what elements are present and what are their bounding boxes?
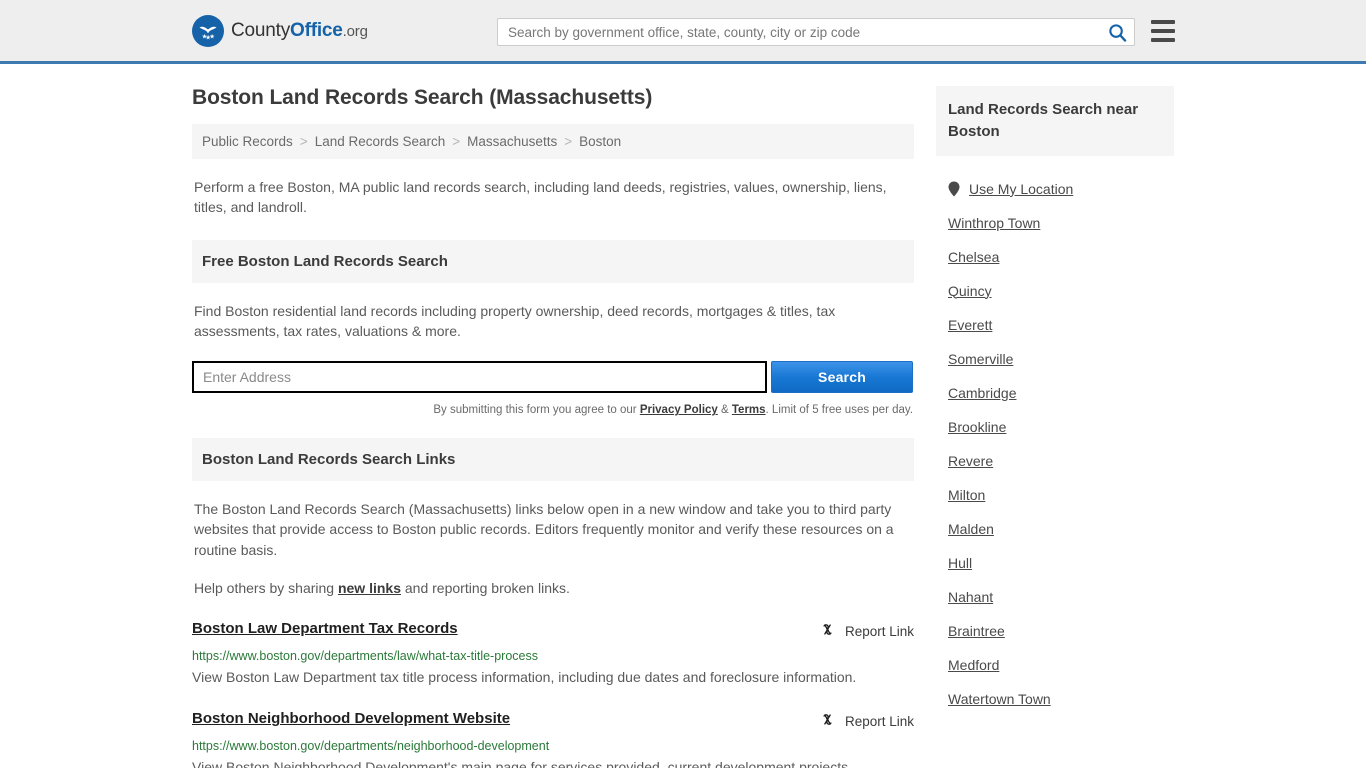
sidebar-item-label[interactable]: Revere xyxy=(948,453,993,469)
sidebar-item-revere[interactable]: Revere xyxy=(936,444,1174,478)
sidebar-item-brookline[interactable]: Brookline xyxy=(936,410,1174,444)
sidebar-item-label[interactable]: Medford xyxy=(948,657,999,673)
result-link-url: https://www.boston.gov/departments/law/w… xyxy=(192,649,538,664)
hamburger-bar-1 xyxy=(1151,20,1175,24)
sidebar-item-label[interactable]: Milton xyxy=(948,487,985,503)
sidebar-item-winthrop-town[interactable]: Winthrop Town xyxy=(936,206,1174,240)
sidebar-item-milton[interactable]: Milton xyxy=(936,478,1174,512)
page-container: Boston Land Records Search (Massachusett… xyxy=(0,64,1366,768)
hamburger-menu-icon[interactable] xyxy=(1151,20,1175,42)
sidebar-item-somerville[interactable]: Somerville xyxy=(936,342,1174,376)
sidebar-item-hull[interactable]: Hull xyxy=(936,546,1174,580)
eagle-seal-icon: ★ ★ ★ xyxy=(192,14,224,47)
search-icon[interactable] xyxy=(1100,19,1134,45)
search-links-description: The Boston Land Records Search (Massachu… xyxy=(194,501,894,558)
page-intro-text: Perform a free Boston, MA public land re… xyxy=(194,179,887,216)
result-link-title[interactable]: Boston Law Department Tax Records xyxy=(192,620,458,637)
help-prefix: Help others by sharing xyxy=(194,580,338,597)
address-input[interactable] xyxy=(192,361,767,394)
free-search-description: Find Boston residential land records inc… xyxy=(194,302,836,339)
list-item: Boston Law Department Tax Records Report… xyxy=(192,620,914,688)
sidebar-item-watertown-town[interactable]: Watertown Town xyxy=(936,682,1174,716)
sidebar: Land Records Search near Boston Use My L… xyxy=(936,86,1174,768)
sidebar-item-cambridge[interactable]: Cambridge xyxy=(936,376,1174,410)
sidebar-item-label[interactable]: Nahant xyxy=(948,589,993,605)
terms-link[interactable]: Terms xyxy=(732,404,766,416)
breadcrumb-separator: > xyxy=(299,134,308,149)
sidebar-item-label[interactable]: Quincy xyxy=(948,283,992,299)
sidebar-item-label[interactable]: Chelsea xyxy=(948,249,999,265)
report-link-label: Report Link xyxy=(844,623,914,639)
list-item: Boston Neighborhood Development Website … xyxy=(192,710,914,768)
address-search-form: Search xyxy=(192,361,914,394)
search-links-section-heading: Boston Land Records Search Links xyxy=(192,438,914,482)
result-link-title[interactable]: Boston Neighborhood Development Website xyxy=(192,710,510,727)
sidebar-item-label[interactable]: Winthrop Town xyxy=(948,215,1040,231)
logo-text-county: County xyxy=(231,19,291,41)
sidebar-item-chelsea[interactable]: Chelsea xyxy=(936,240,1174,274)
link-header-row: Boston Law Department Tax Records Report… xyxy=(192,620,914,641)
breadcrumb-item-massachusetts[interactable]: Massachusetts xyxy=(467,134,557,149)
legal-prefix: By submitting this form you agree to our xyxy=(433,404,640,417)
sidebar-item-label[interactable]: Brookline xyxy=(948,419,1006,435)
sidebar-heading: Land Records Search near Boston xyxy=(936,86,1174,156)
new-links-link[interactable]: new links xyxy=(338,580,401,596)
site-logo[interactable]: ★ ★ ★ CountyOffice.org xyxy=(192,14,368,47)
breadcrumb-item-land-records-search[interactable]: Land Records Search xyxy=(315,134,446,149)
legal-amp: & xyxy=(717,404,732,417)
sidebar-item-quincy[interactable]: Quincy xyxy=(936,274,1174,308)
sidebar-item-medford[interactable]: Medford xyxy=(936,648,1174,682)
broken-link-icon xyxy=(819,621,836,641)
sidebar-item-malden[interactable]: Malden xyxy=(936,512,1174,546)
result-link-url: https://www.boston.gov/departments/neigh… xyxy=(192,739,550,754)
sidebar-item-use-my-location[interactable]: Use My Location xyxy=(936,172,1174,206)
sidebar-item-label[interactable]: Malden xyxy=(948,521,994,537)
global-search-bar[interactable] xyxy=(497,18,1135,46)
privacy-policy-link[interactable]: Privacy Policy xyxy=(640,404,718,416)
address-search-button[interactable]: Search xyxy=(771,361,913,394)
result-link-description: View Boston Neighborhood Development's m… xyxy=(192,759,852,768)
site-header: ★ ★ ★ CountyOffice.org xyxy=(0,0,1366,64)
svg-text:★: ★ xyxy=(209,32,215,40)
content-row: Boston Land Records Search (Massachusett… xyxy=(192,64,1174,768)
help-suffix: and reporting broken links. xyxy=(401,580,570,597)
main-column: Boston Land Records Search (Massachusett… xyxy=(192,86,914,768)
sidebar-item-everett[interactable]: Everett xyxy=(936,308,1174,342)
form-legal-text: By submitting this form you agree to our… xyxy=(192,404,913,416)
result-link-description: View Boston Law Department tax title pro… xyxy=(192,669,857,686)
sidebar-item-nahant[interactable]: Nahant xyxy=(936,580,1174,614)
logo-text-office: Office xyxy=(290,19,343,41)
logo-text-org: .org xyxy=(342,22,368,40)
sidebar-item-label[interactable]: Somerville xyxy=(948,351,1013,367)
report-link-button[interactable]: Report Link xyxy=(819,710,914,731)
sidebar-place-list: Use My Location Winthrop Town Chelsea Qu… xyxy=(936,172,1174,716)
sidebar-item-label[interactable]: Hull xyxy=(948,555,972,571)
breadcrumb-item-public-records[interactable]: Public Records xyxy=(202,134,293,149)
page-title: Boston Land Records Search (Massachusett… xyxy=(192,86,653,109)
report-link-button[interactable]: Report Link xyxy=(819,620,914,641)
link-header-row: Boston Neighborhood Development Website … xyxy=(192,710,914,731)
legal-suffix: . Limit of 5 free uses per day. xyxy=(765,404,913,417)
breadcrumb-separator: > xyxy=(564,134,573,149)
logo-wordmark: CountyOffice.org xyxy=(231,20,368,42)
share-links-text: Help others by sharing new links and rep… xyxy=(192,578,914,598)
map-pin-icon xyxy=(948,181,960,197)
hamburger-bar-3 xyxy=(1151,38,1175,42)
sidebar-item-label[interactable]: Watertown Town xyxy=(948,691,1051,707)
sidebar-item-label[interactable]: Braintree xyxy=(948,623,1005,639)
breadcrumb: Public Records > Land Records Search > M… xyxy=(192,124,914,159)
hamburger-bar-2 xyxy=(1151,29,1175,33)
sidebar-item-label[interactable]: Everett xyxy=(948,317,992,333)
free-search-section-heading: Free Boston Land Records Search xyxy=(192,239,914,283)
sidebar-item-label[interactable]: Use My Location xyxy=(969,181,1073,197)
breadcrumb-separator: > xyxy=(452,134,461,149)
broken-link-icon xyxy=(819,711,836,731)
search-input[interactable] xyxy=(498,19,1100,45)
report-link-label: Report Link xyxy=(844,713,914,729)
breadcrumb-item-boston[interactable]: Boston xyxy=(579,134,621,149)
sidebar-item-label[interactable]: Cambridge xyxy=(948,385,1016,401)
sidebar-item-braintree[interactable]: Braintree xyxy=(936,614,1174,648)
